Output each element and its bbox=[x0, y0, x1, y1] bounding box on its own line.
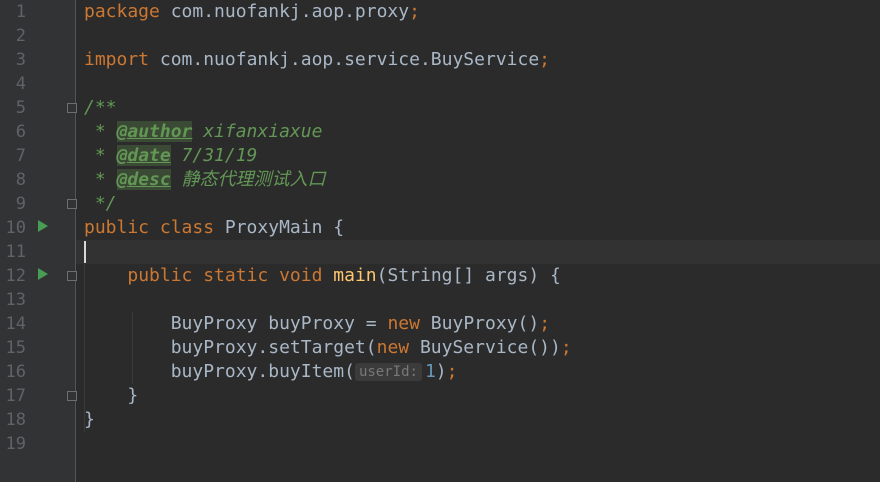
line-number: 3 bbox=[15, 50, 26, 70]
javadoc-tag: @date bbox=[116, 145, 171, 166]
semicolon: ; bbox=[539, 313, 551, 334]
semicolon: ; bbox=[409, 1, 420, 22]
code-line-12: public static void main(String[] args) { bbox=[84, 264, 880, 288]
code-line-15: buyProxy.setTarget(new BuyService()); bbox=[84, 336, 880, 360]
method-name: main bbox=[333, 265, 377, 286]
code-line-7: * @date 7/31/19 bbox=[84, 144, 880, 168]
statement: buyProxy.setTarget( bbox=[170, 337, 377, 358]
line-number: 17 bbox=[5, 386, 26, 406]
code-line-17: } bbox=[84, 385, 139, 406]
statement: BuyService()) bbox=[409, 337, 561, 358]
javadoc-tag: @author bbox=[116, 121, 193, 142]
statement: ) bbox=[435, 361, 447, 382]
line-number: 9 bbox=[15, 194, 26, 214]
text-caret bbox=[84, 241, 86, 263]
code-line-9: */ bbox=[84, 193, 117, 214]
line-number: 11 bbox=[5, 242, 26, 262]
code-line-3: import com.nuofankj.aop.service.BuyServi… bbox=[84, 48, 880, 72]
line-number: 15 bbox=[5, 338, 26, 358]
fold-javadoc-icon[interactable] bbox=[67, 103, 77, 113]
keyword: public static void bbox=[127, 265, 323, 286]
javadoc-tag: @desc bbox=[116, 169, 171, 190]
class-declaration: ProxyMain { bbox=[214, 217, 345, 238]
code-line-1: package com.nuofankj.aop.proxy; bbox=[84, 0, 880, 24]
keyword: import bbox=[84, 49, 150, 70]
keyword: new bbox=[376, 337, 410, 358]
code-line-5: /** bbox=[84, 97, 117, 118]
package-name: com.nuofankj.aop.proxy bbox=[159, 1, 410, 22]
keyword: new bbox=[387, 313, 420, 334]
number-literal: 1 bbox=[424, 361, 436, 382]
fold-method-end-icon[interactable] bbox=[67, 391, 77, 401]
semicolon: ; bbox=[539, 49, 551, 70]
semicolon: ; bbox=[560, 337, 572, 358]
javadoc-value: 静态代理测试入口 bbox=[170, 169, 326, 190]
method-signature: (String[] args) { bbox=[376, 265, 561, 286]
current-line-highlight bbox=[76, 240, 880, 264]
keyword: package bbox=[84, 1, 160, 22]
doc-star: * bbox=[84, 169, 117, 190]
line-number: 16 bbox=[5, 362, 26, 382]
line-number: 8 bbox=[15, 170, 26, 190]
statement: buyProxy.buyItem( bbox=[170, 361, 355, 382]
statement: BuyProxy() bbox=[419, 313, 540, 334]
code-editor[interactable]: 1 2 3 4 5 6 7 8 9 10 11 12 13 14 15 16 1… bbox=[0, 0, 880, 482]
fold-method-icon[interactable] bbox=[67, 271, 77, 281]
semicolon: ; bbox=[446, 361, 458, 382]
code-line-8: * @desc 静态代理测试入口 bbox=[84, 168, 880, 192]
code-line-14: BuyProxy buyProxy = new BuyProxy(); bbox=[84, 312, 880, 336]
doc-star: * bbox=[84, 145, 117, 166]
statement: BuyProxy buyProxy = bbox=[170, 313, 388, 334]
line-number: 18 bbox=[5, 410, 26, 430]
line-number: 1 bbox=[15, 2, 26, 22]
code-line-6: * @author xifanxiaxue bbox=[84, 120, 880, 144]
line-number: 12 bbox=[5, 266, 26, 286]
javadoc-value: 7/31/19 bbox=[170, 145, 258, 166]
run-main-icon[interactable] bbox=[38, 268, 48, 280]
line-number: 19 bbox=[5, 434, 26, 454]
import-name: com.nuofankj.aop.service.BuyService bbox=[149, 49, 540, 70]
line-number: 4 bbox=[15, 74, 26, 94]
doc-star: * bbox=[84, 121, 117, 142]
code-line-16: buyProxy.buyItem(userId: 1); bbox=[84, 360, 880, 384]
line-number: 13 bbox=[5, 290, 26, 310]
run-class-icon[interactable] bbox=[38, 220, 48, 232]
line-number: 7 bbox=[15, 146, 26, 166]
keyword: public class bbox=[84, 217, 215, 238]
code-line-18: } bbox=[84, 409, 95, 430]
unfold-javadoc-end-icon[interactable] bbox=[67, 199, 77, 209]
line-number: 14 bbox=[5, 314, 26, 334]
line-number-gutter[interactable]: 1 2 3 4 5 6 7 8 9 10 11 12 13 14 15 16 1… bbox=[0, 0, 77, 482]
javadoc-value: xifanxiaxue bbox=[192, 121, 323, 142]
line-number: 10 bbox=[5, 218, 26, 238]
code-line-10: public class ProxyMain { bbox=[84, 216, 880, 240]
parameter-hint: userId: bbox=[354, 363, 422, 381]
line-number: 2 bbox=[15, 26, 26, 46]
line-number: 5 bbox=[15, 98, 26, 118]
line-number: 6 bbox=[15, 122, 26, 142]
